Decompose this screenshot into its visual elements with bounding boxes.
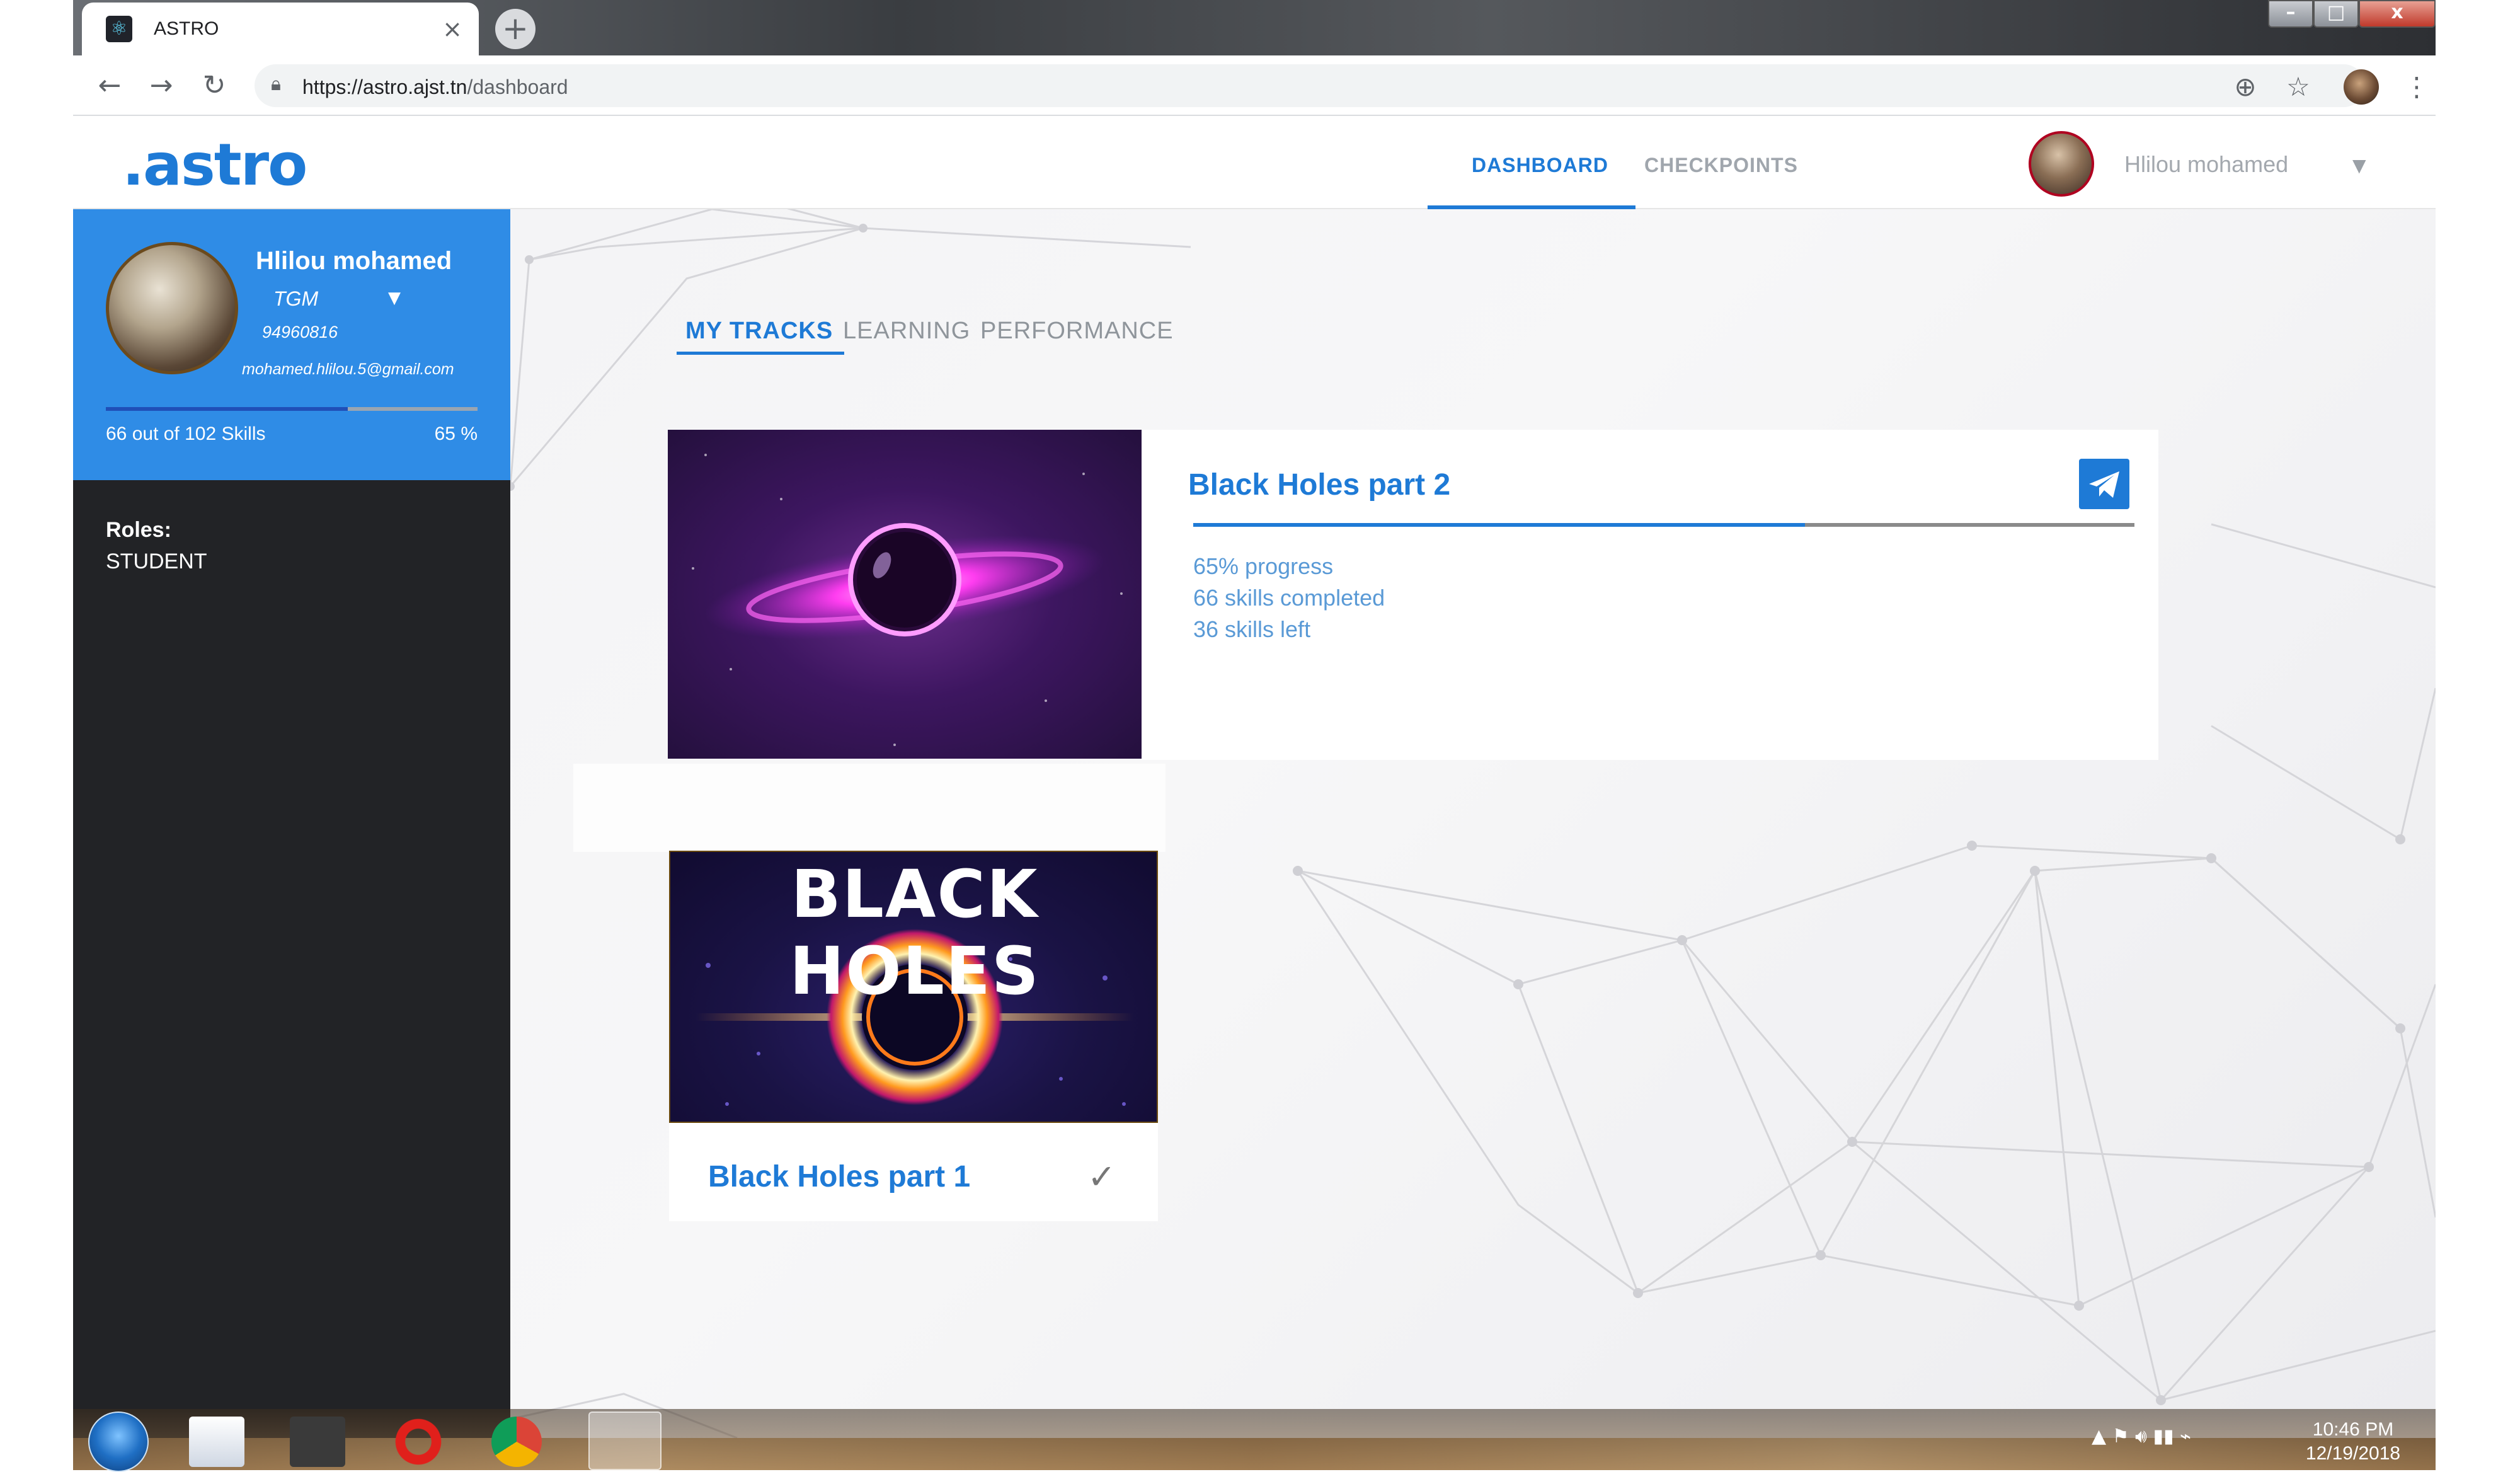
header-username[interactable]: Hlilou mohamed [2124,151,2288,178]
clock-date[interactable]: 12/19/2018 [2300,1443,2407,1464]
astro-logo[interactable]: .astro [122,131,307,198]
track-progress-bar [1193,523,2134,527]
clock-time[interactable]: 10:46 PM [2306,1419,2400,1440]
black-hole-illustration [692,454,1123,746]
nav-dashboard[interactable]: DASHBOARD [1472,154,1608,177]
browser-toolbar: ← → ↻ 🔒︎ https://astro.ajst.tn/dashboard [73,55,2436,116]
profile-group[interactable]: TGM [273,287,318,311]
url-text: https://astro.ajst.tn/dashboard [302,76,568,99]
track-progress-text: 65% progress [1193,553,1334,579]
new-tab-button[interactable]: + [495,9,536,49]
window-controls: – □ x [2268,0,2436,29]
track-thumbnail[interactable] [668,430,1142,759]
track-card[interactable]: BLACK HOLES Black Holes part 1 ✓ [669,851,1158,1221]
nav-checkpoints[interactable]: CHECKPOINTS [1644,154,1798,177]
chrome-active-window-icon[interactable] [588,1412,662,1470]
back-arrow-icon[interactable]: ← [92,68,127,103]
minimize-button[interactable]: – [2268,0,2313,28]
tab-active-indicator [677,352,844,355]
skills-progress-bar [106,407,478,411]
profile-name: Hlilou mohamed [256,247,452,275]
reload-icon[interactable]: ↻ [197,68,232,103]
send-icon [2089,471,2119,498]
telegram-send-button[interactable] [2079,459,2129,509]
sidebar: Hlilou mohamed TGM ▼ 94960816 mohamed.hl… [73,209,510,1438]
browser-menu-icon[interactable]: ⋮ [2399,69,2434,105]
group-caret-icon[interactable]: ▼ [388,289,401,308]
url-path: /dashboard [467,76,568,98]
profile-phone: 94960816 [262,323,338,342]
url-host: https://astro.ajst.tn [302,76,467,98]
skills-progress-fill [106,407,348,411]
windows-start-icon[interactable] [88,1412,149,1472]
forward-arrow-icon[interactable]: → [144,68,179,103]
tab-close-icon[interactable]: × [440,16,465,42]
track-title[interactable]: Black Holes part 2 [1188,468,1450,502]
track-banner-text: BLACK HOLES [789,856,1040,1009]
track-thumbnail[interactable]: BLACK HOLES [669,851,1158,1123]
profile-email: mohamed.hlilou.5@gmail.com [242,360,454,378]
profile-card: Hlilou mohamed TGM ▼ 94960816 mohamed.hl… [73,209,510,480]
roles-value: STUDENT [106,549,207,573]
profile-avatar [106,242,238,374]
roles-label: Roles: [106,518,171,542]
browser-profile-avatar[interactable] [2344,69,2379,105]
browser-tab[interactable]: ⚛ ASTRO × [82,3,479,55]
bookmark-star-icon[interactable]: ☆ [2281,69,2316,105]
tab-my-tracks[interactable]: MY TRACKS [685,318,833,345]
opera-icon[interactable] [391,1417,446,1467]
react-favicon-icon: ⚛ [106,16,132,42]
browser-tab-title: ASTRO [154,18,219,39]
location-target-icon[interactable]: ⊕ [2228,69,2263,105]
maximize-button[interactable]: □ [2313,0,2359,28]
lock-icon: 🔒︎ [271,73,281,95]
address-bar[interactable]: 🔒︎ https://astro.ajst.tn/dashboard [255,64,2365,107]
tab-learning[interactable]: LEARNING [843,318,970,345]
screen: ⚛ ASTRO × + – □ x ← → ↻ 🔒︎ https://astro… [0,0,2520,1472]
track-completed-text: 66 skills completed [1193,585,1385,611]
chrome-icon[interactable] [491,1417,542,1467]
track-card[interactable]: Black Holes part 2 65% progress 66 skill… [668,430,2158,760]
user-menu-caret-icon[interactable]: ▼ [2352,155,2366,176]
app-header: .astro DASHBOARD CHECKPOINTS Hlilou moha… [73,117,2436,209]
window-close-button[interactable]: x [2359,0,2436,28]
sublime-text-icon[interactable] [290,1417,345,1467]
track-left-text: 36 skills left [1193,616,1311,642]
track-progress-fill [1193,523,1806,527]
system-tray-icons[interactable]: ▲ ⚑ 🔊︎ ▮▮ ⌁ [2092,1425,2191,1447]
skills-count: 66 out of 102 Skills [106,423,266,444]
completed-check-icon: ✓ [1087,1157,1116,1197]
faded-panel [573,764,1166,852]
track-title[interactable]: Black Holes part 1 [708,1159,970,1194]
media-player-icon[interactable] [189,1417,244,1467]
header-user-avatar[interactable] [2029,131,2094,197]
main-content: MY TRACKS LEARNING PERFORMANCE Black Hol… [510,209,2436,1438]
skills-percent: 65 % [434,423,478,444]
tab-performance[interactable]: PERFORMANCE [980,318,1174,345]
